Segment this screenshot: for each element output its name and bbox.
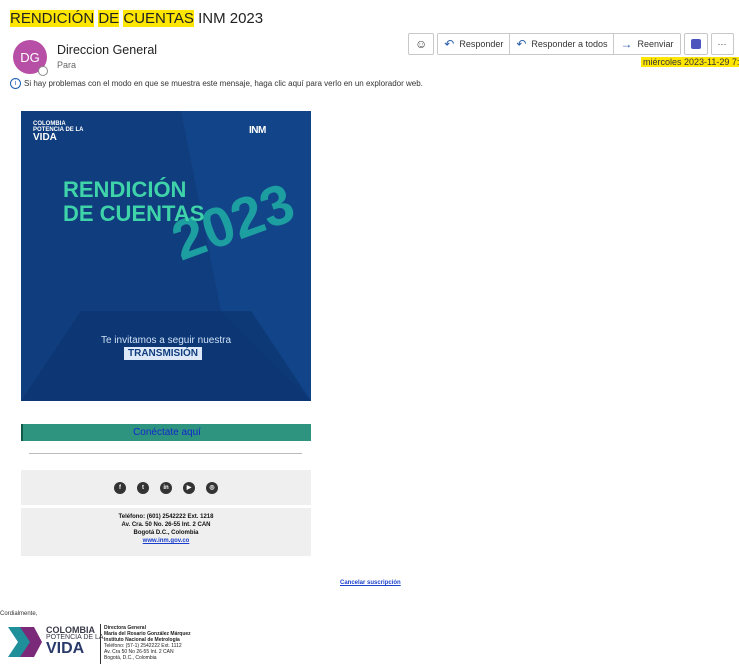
unsubscribe-link[interactable]: Cancelar suscripción [340, 580, 401, 586]
signature-logo-text: COLOMBIA POTENCIA DE LA VIDA [46, 625, 104, 657]
signature-divider [100, 624, 101, 664]
forward-label: Reenviar [637, 39, 674, 49]
message-toolbar: ☺ ↶ Responder ↶ Responder a todos → Reenvia… [408, 33, 734, 55]
presence-indicator [38, 66, 48, 76]
colombia-mark-icon [8, 627, 42, 657]
logo-line: VIDA [33, 132, 57, 143]
message-date: miércoles 2023-11-29 7:5 [641, 57, 739, 67]
teams-icon [690, 39, 701, 49]
reply-group: ↶ Responder ↶ Responder a todos → Reenviar [437, 33, 681, 55]
contact-block: Teléfono: (601) 2542222 Ext. 1218 Av. Cr… [21, 508, 311, 556]
event-banner: 2023 COLOMBIA POTENCIA DE LA VIDA INM RE… [21, 111, 311, 401]
signature-city: Bogotá, D.C., Colombia [104, 655, 157, 661]
colombia-logo: COLOMBIA POTENCIA DE LA VIDA [33, 121, 83, 143]
divider [29, 453, 302, 454]
info-bar[interactable]: i Si hay problemas con el modo en que se… [10, 78, 423, 89]
subject-highlight: DE [98, 10, 120, 27]
emoji-button[interactable]: ☺ [408, 33, 435, 55]
banner-title-line1: RENDICIÓN [63, 177, 187, 202]
facebook-icon[interactable]: f [114, 481, 126, 494]
more-icon: ··· [717, 39, 727, 49]
instagram-icon[interactable]: ◎ [206, 481, 218, 494]
logo-line: VIDA [46, 640, 85, 657]
signature-info: Directora General María del Rosario Gonz… [104, 625, 191, 661]
contact-city: Bogotá D.C., Colombia [133, 530, 199, 536]
logo-line: COLOMBIA [46, 625, 95, 635]
contact-address: Av. Cra. 50 No. 26-55 Int. 2 CAN [121, 522, 211, 528]
banner-invite: Te invitamos a seguir nuestra [100, 335, 232, 346]
more-button[interactable]: ··· [710, 33, 734, 55]
subject-highlight: CUENTAS [123, 10, 194, 27]
banner-title-line2: DE CUENTAS [63, 201, 205, 226]
contact-phone: Teléfono: (601) 2542222 Ext. 1218 [118, 514, 214, 520]
info-icon: i [10, 78, 21, 89]
youtube-icon[interactable]: ▶ [183, 481, 195, 494]
forward-button[interactable]: → Reenviar [614, 34, 680, 54]
subject-rest: INM 2023 [193, 10, 264, 27]
reply-all-button[interactable]: ↶ Responder a todos [510, 34, 615, 54]
smiley-icon: ☺ [415, 37, 428, 51]
signature-closing: Cordialmente, [0, 611, 38, 617]
inm-logo: INM [249, 125, 266, 136]
reply-button[interactable]: ↶ Responder [438, 34, 511, 54]
reply-all-label: Responder a todos [531, 39, 608, 49]
info-text: Si hay problemas con el modo en que se m… [24, 79, 423, 88]
email-subject: RENDICIÓN DE CUENTAS INM 2023 [10, 10, 263, 27]
sender-name[interactable]: Direccion General [57, 43, 157, 57]
banner-transmission: TRANSMISIÓN [124, 347, 202, 360]
linkedin-icon[interactable]: in [160, 481, 172, 494]
social-bar: f t in ▶ ◎ [21, 470, 311, 505]
signature-logo: COLOMBIA POTENCIA DE LA VIDA [8, 625, 104, 657]
connect-link[interactable]: Conéctate aquí [21, 424, 311, 441]
forward-icon: → [620, 37, 633, 51]
reply-all-icon: ↶ [516, 37, 527, 51]
reply-label: Responder [459, 39, 504, 49]
teams-button[interactable] [683, 33, 708, 55]
website-link[interactable]: www.inm.gov.co [143, 538, 190, 544]
reply-icon: ↶ [444, 37, 455, 51]
subject-highlight: RENDICIÓN [10, 10, 95, 27]
twitter-icon[interactable]: t [137, 481, 149, 494]
to-label: Para [57, 60, 77, 70]
